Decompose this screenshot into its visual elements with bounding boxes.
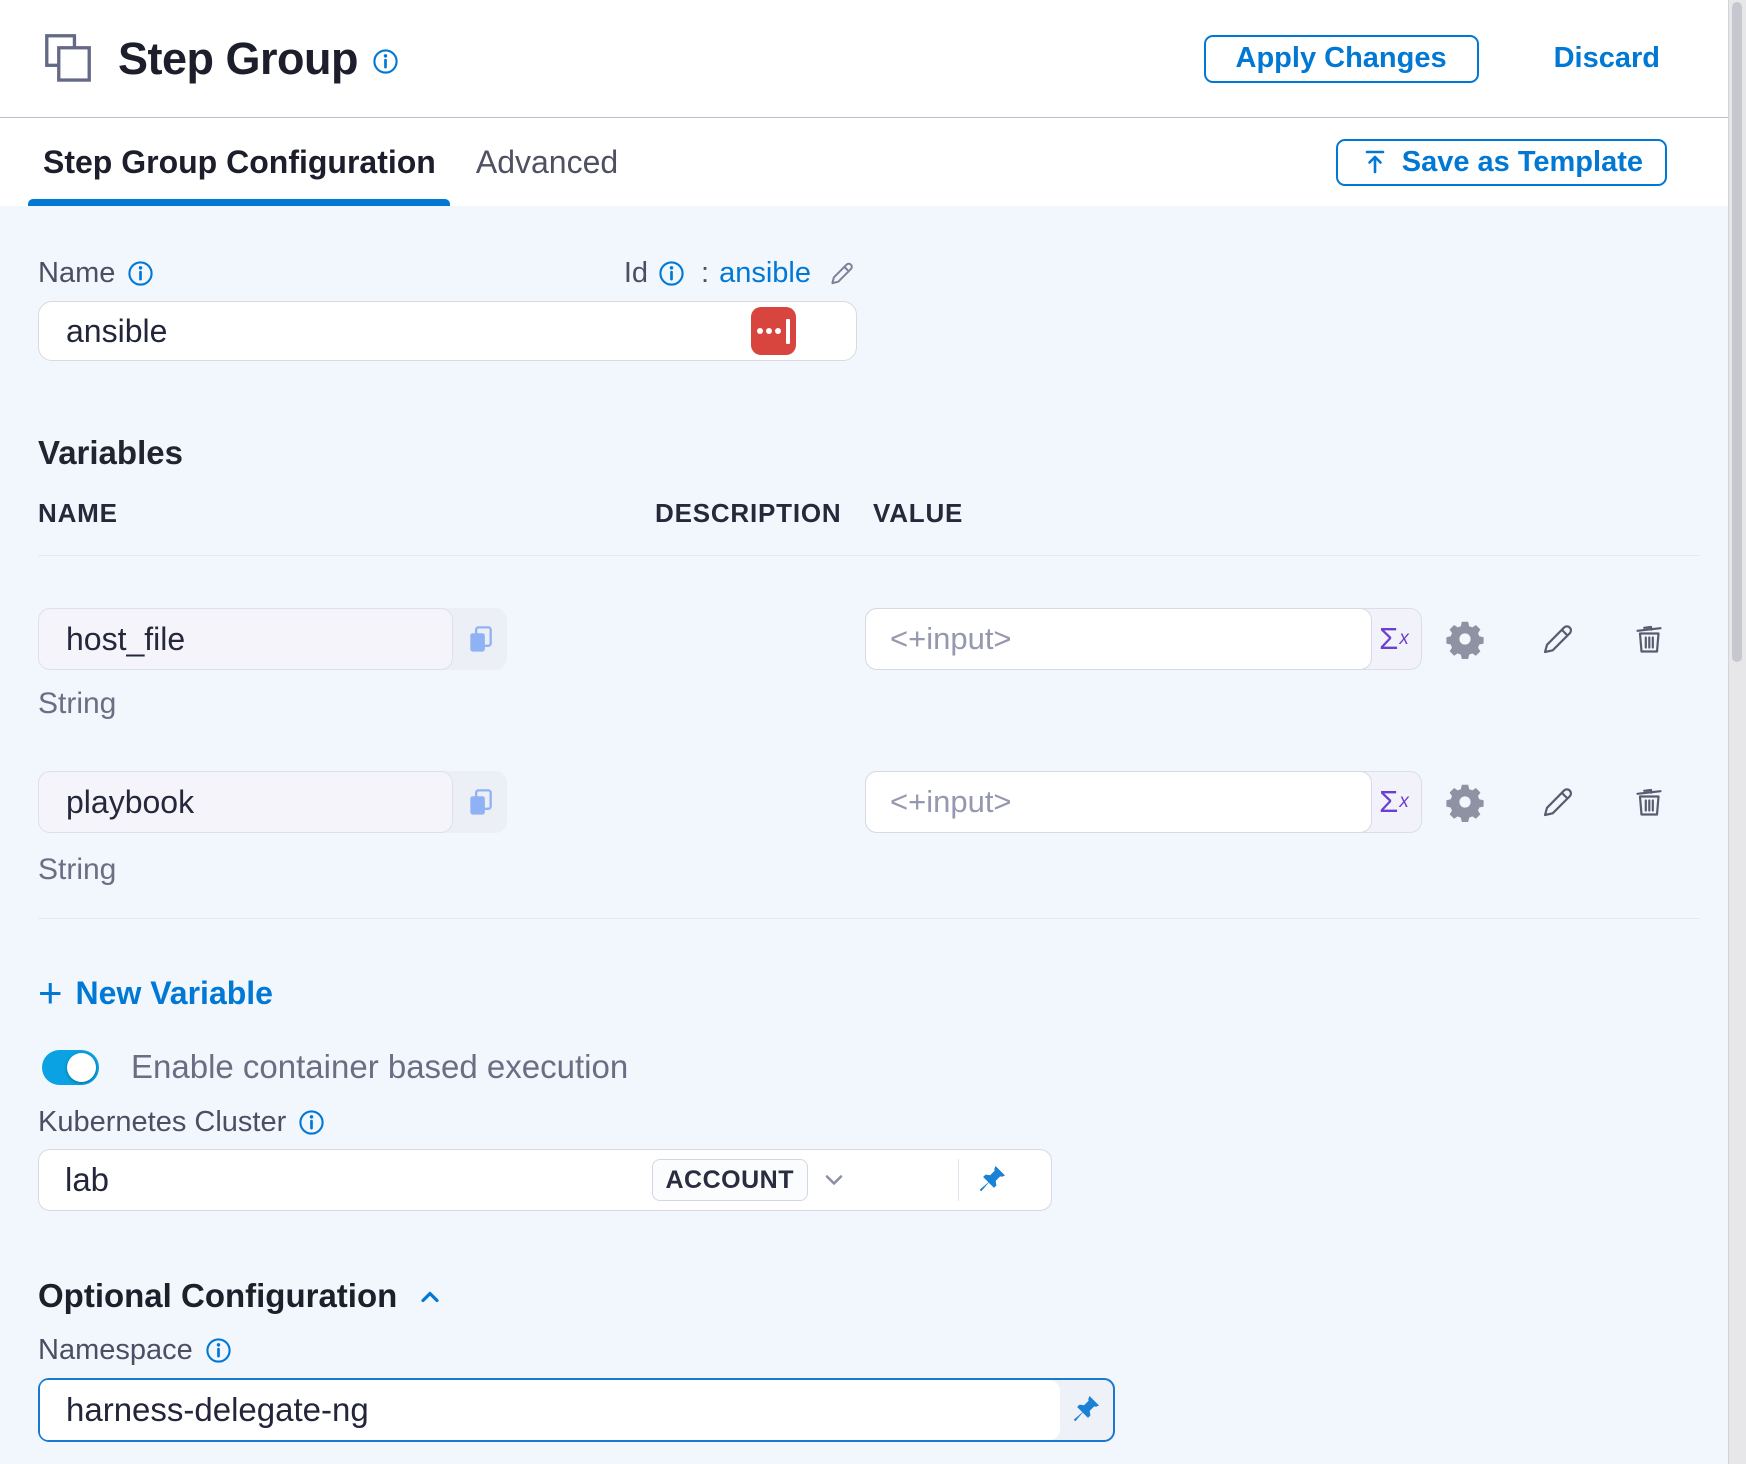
new-variable-label: New Variable — [76, 975, 273, 1012]
variable-name-value: host_file — [66, 621, 185, 658]
input-suffix-divider — [958, 1159, 959, 1201]
edit-icon[interactable] — [1537, 781, 1579, 823]
variable-name-field[interactable]: host_file — [38, 608, 507, 670]
expression-icon[interactable]: Σx — [1367, 772, 1421, 832]
info-icon[interactable] — [127, 260, 154, 287]
info-icon[interactable] — [658, 260, 685, 287]
step-group-drawer: Step Group Apply Changes Discard Step Gr… — [0, 0, 1746, 1464]
scrollbar-thumb[interactable] — [1732, 2, 1742, 662]
discard-button[interactable]: Discard — [1554, 42, 1660, 75]
name-input[interactable]: ansible — [38, 301, 857, 361]
divider — [38, 918, 1700, 919]
enable-container-toggle[interactable] — [42, 1050, 99, 1085]
id-separator: : — [701, 257, 709, 290]
namespace-input[interactable]: harness-delegate-ng — [38, 1378, 1115, 1442]
optional-configuration-header[interactable]: Optional Configuration — [38, 1279, 1746, 1313]
name-label-group: Name — [38, 257, 154, 290]
info-icon[interactable] — [372, 48, 399, 75]
pin-icon[interactable] — [974, 1163, 1008, 1197]
delete-icon[interactable] — [1628, 781, 1670, 823]
enable-container-label: Enable container based execution — [131, 1048, 628, 1086]
chevron-up-icon[interactable] — [415, 1282, 445, 1312]
id-label: Id — [624, 257, 648, 290]
value-placeholder: <+input> — [890, 784, 1012, 820]
save-as-template-label: Save as Template — [1402, 146, 1643, 179]
drawer-header: Step Group Apply Changes Discard — [0, 0, 1746, 118]
variable-name-value: playbook — [66, 784, 194, 821]
kubernetes-cluster-label-group: Kubernetes Cluster — [38, 1109, 1746, 1135]
info-icon[interactable] — [205, 1337, 232, 1364]
id-group: Id : ansible — [624, 257, 857, 290]
edit-id-icon[interactable] — [827, 258, 857, 288]
optional-configuration-title: Optional Configuration — [38, 1277, 397, 1315]
tab-step-group-configuration[interactable]: Step Group Configuration — [43, 118, 436, 206]
upload-icon — [1360, 147, 1390, 177]
variables-title: Variables — [38, 436, 1746, 469]
variable-row-playbook: playbook <+input> Σx — [38, 771, 1746, 833]
copy-icon[interactable] — [453, 771, 507, 833]
settings-icon[interactable] — [1444, 781, 1486, 823]
tab-label: Advanced — [476, 144, 618, 181]
new-variable-button[interactable]: + New Variable — [38, 975, 298, 1011]
value-placeholder: <+input> — [890, 621, 1012, 657]
variable-name-field[interactable]: playbook — [38, 771, 507, 833]
variable-type: String — [38, 689, 1746, 719]
step-group-icon — [44, 33, 92, 85]
plus-icon: + — [38, 976, 63, 1010]
scope-badge: ACCOUNT — [652, 1159, 809, 1201]
kubernetes-cluster-label: Kubernetes Cluster — [38, 1106, 286, 1139]
kubernetes-cluster-input[interactable]: lab ACCOUNT — [38, 1149, 1052, 1211]
name-value: ansible — [66, 313, 167, 350]
password-manager-autofill-icon[interactable] — [751, 307, 796, 355]
tab-advanced[interactable]: Advanced — [476, 118, 618, 206]
page-title: Step Group — [118, 33, 358, 85]
step-group-form: Name Id : ansible — [0, 258, 1746, 1442]
name-label: Name — [38, 257, 115, 290]
save-as-template-button[interactable]: Save as Template — [1336, 139, 1667, 186]
namespace-value: harness-delegate-ng — [66, 1391, 369, 1429]
id-value[interactable]: ansible — [719, 257, 811, 290]
apply-changes-button[interactable]: Apply Changes — [1204, 35, 1479, 83]
namespace-label-group: Namespace — [38, 1337, 1746, 1363]
column-name: NAME — [38, 500, 655, 526]
delete-icon[interactable] — [1628, 618, 1670, 660]
variable-value-field[interactable]: <+input> Σx — [865, 771, 1422, 833]
variable-value-field[interactable]: <+input> Σx — [865, 608, 1422, 670]
settings-icon[interactable] — [1444, 618, 1486, 660]
divider — [38, 555, 1700, 556]
pin-icon[interactable] — [1068, 1393, 1102, 1427]
column-value: VALUE — [873, 500, 963, 526]
namespace-label: Namespace — [38, 1334, 193, 1367]
copy-icon[interactable] — [453, 608, 507, 670]
tab-bar: Step Group Configuration Advanced Save a… — [0, 118, 1746, 206]
info-icon[interactable] — [298, 1109, 325, 1136]
edit-icon[interactable] — [1537, 618, 1579, 660]
expression-icon[interactable]: Σx — [1367, 609, 1421, 669]
name-id-row: Name Id : ansible — [38, 258, 857, 288]
active-tab-underline — [28, 199, 450, 206]
container-execution-row: Enable container based execution — [38, 1049, 1746, 1085]
variables-table-header: NAME DESCRIPTION VALUE — [38, 500, 1746, 526]
variable-type: String — [38, 855, 1746, 885]
chevron-down-icon[interactable] — [819, 1165, 849, 1195]
toggle-knob — [67, 1053, 96, 1082]
tab-label: Step Group Configuration — [43, 144, 436, 181]
kubernetes-cluster-value: lab — [65, 1161, 109, 1199]
vertical-scrollbar[interactable] — [1728, 0, 1746, 1464]
variable-row-host-file: host_file <+input> Σx — [38, 608, 1746, 670]
column-description: DESCRIPTION — [655, 500, 873, 526]
